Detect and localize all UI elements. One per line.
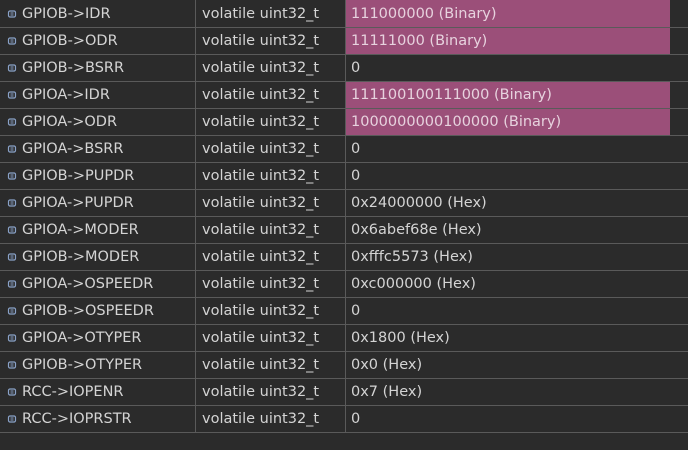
value-cell[interactable]: 0: [346, 406, 688, 432]
watch-row[interactable]: RCC->IOPRSTR volatile uint32_t 0: [0, 406, 688, 433]
type-cell: volatile uint32_t: [196, 136, 346, 162]
expression-label: GPIOA->ODR: [22, 114, 118, 130]
watch-variable-icon: [7, 252, 17, 262]
expression-cell[interactable]: GPIOB->PUPDR: [0, 163, 196, 189]
expression-cell[interactable]: RCC->IOPRSTR: [0, 406, 196, 432]
expression-label: GPIOB->BSRR: [22, 60, 125, 76]
expression-label: GPIOA->OTYPER: [22, 330, 142, 346]
type-cell: volatile uint32_t: [196, 190, 346, 216]
expression-cell[interactable]: GPIOB->OSPEEDR: [0, 298, 196, 324]
value-cell[interactable]: 0xc000000 (Hex): [346, 271, 688, 297]
value-cell[interactable]: 0: [346, 55, 688, 81]
watch-variable-icon: [7, 90, 17, 100]
value-cell[interactable]: 0: [346, 136, 688, 162]
expression-label: GPIOA->BSRR: [22, 141, 124, 157]
type-cell: volatile uint32_t: [196, 325, 346, 351]
expression-label: GPIOB->OSPEEDR: [22, 303, 154, 319]
watch-row[interactable]: GPIOA->PUPDR volatile uint32_t 0x24000000 …: [0, 190, 688, 217]
value-cell[interactable]: 0x24000000 (Hex): [346, 190, 688, 216]
type-cell: volatile uint32_t: [196, 82, 346, 108]
expression-label: RCC->IOPENR: [22, 384, 124, 400]
type-cell: volatile uint32_t: [196, 28, 346, 54]
expression-cell[interactable]: GPIOA->IDR: [0, 82, 196, 108]
watch-variable-icon: [7, 306, 17, 316]
type-cell: volatile uint32_t: [196, 109, 346, 135]
expression-cell[interactable]: GPIOA->ODR: [0, 109, 196, 135]
type-cell: volatile uint32_t: [196, 379, 346, 405]
watch-variable-icon: [7, 333, 17, 343]
type-cell: volatile uint32_t: [196, 217, 346, 243]
value-cell[interactable]: 0x0 (Hex): [346, 352, 688, 378]
type-cell: volatile uint32_t: [196, 244, 346, 270]
type-cell: volatile uint32_t: [196, 55, 346, 81]
value-cell[interactable]: 0x7 (Hex): [346, 379, 688, 405]
watch-row[interactable]: GPIOA->IDR volatile uint32_t 1111001001110…: [0, 82, 688, 109]
expression-label: GPIOB->MODER: [22, 249, 140, 265]
expression-label: GPIOB->IDR: [22, 5, 111, 22]
value-cell-changed[interactable]: 11111000 (Binary): [346, 28, 670, 54]
expression-cell[interactable]: GPIOB->ODR: [0, 28, 196, 54]
watch-row[interactable]: GPIOA->BSRR volatile uint32_t 0: [0, 136, 688, 163]
watch-row[interactable]: GPIOA->OSPEEDR volatile uint32_t 0xc000000…: [0, 271, 688, 298]
watch-variable-icon: [7, 414, 17, 424]
value-cell[interactable]: 0x6abef68e (Hex): [346, 217, 688, 243]
watch-variable-icon: [7, 63, 17, 73]
watch-variable-icon: [7, 225, 17, 235]
expression-cell[interactable]: GPIOB->MODER: [0, 244, 196, 270]
expression-label: GPIOA->OSPEEDR: [22, 276, 154, 292]
watch-row[interactable]: GPIOB->MODER volatile uint32_t 0xfffc5573 …: [0, 244, 688, 271]
expression-cell[interactable]: GPIOA->OSPEEDR: [0, 271, 196, 297]
watch-variable-icon: [7, 144, 17, 154]
expression-label: RCC->IOPRSTR: [22, 411, 132, 427]
watch-variable-icon: [7, 117, 17, 127]
value-cell-changed[interactable]: 111000000 (Binary): [346, 0, 670, 27]
value-cell[interactable]: 0xfffc5573 (Hex): [346, 244, 688, 270]
expression-label: GPIOA->PUPDR: [22, 195, 134, 211]
value-cell[interactable]: 0: [346, 163, 688, 189]
watch-variable-icon: [7, 279, 17, 289]
watch-row[interactable]: RCC->IOPENR volatile uint32_t 0x7 (Hex): [0, 379, 688, 406]
value-cell-changed[interactable]: 1000000000100000 (Binary): [346, 109, 670, 135]
expression-cell[interactable]: GPIOB->BSRR: [0, 55, 196, 81]
type-cell: volatile uint32_t: [196, 0, 346, 27]
watch-row[interactable]: GPIOB->PUPDR volatile uint32_t 0: [0, 163, 688, 190]
watch-variable-icon: [7, 171, 17, 181]
watch-row[interactable]: GPIOB->BSRR volatile uint32_t 0: [0, 55, 688, 82]
value-cell[interactable]: 0: [346, 298, 688, 324]
watch-variable-icon: [7, 360, 17, 370]
watch-variable-icon: [7, 36, 17, 46]
expression-cell[interactable]: GPIOA->OTYPER: [0, 325, 196, 351]
expression-cell[interactable]: RCC->IOPENR: [0, 379, 196, 405]
watch-row[interactable]: GPIOB->OTYPER volatile uint32_t 0x0 (Hex): [0, 352, 688, 379]
expression-label: GPIOA->IDR: [22, 87, 110, 103]
watch-row[interactable]: GPIOA->ODR volatile uint32_t 1000000000100…: [0, 109, 688, 136]
expression-label: GPIOA->MODER: [22, 222, 139, 238]
expression-cell[interactable]: GPIOA->BSRR: [0, 136, 196, 162]
watch-variable-icon: [7, 198, 17, 208]
type-cell: volatile uint32_t: [196, 352, 346, 378]
watch-variable-icon: [7, 387, 17, 397]
watch-rows: GPIOB->IDR volatile uint32_t 111000000 (Bi…: [0, 0, 688, 433]
value-cell-changed[interactable]: 111100100111000 (Binary): [346, 82, 670, 108]
watch-row[interactable]: GPIOA->MODER volatile uint32_t 0x6abef68e …: [0, 217, 688, 244]
value-cell[interactable]: 0x1800 (Hex): [346, 325, 688, 351]
type-cell: volatile uint32_t: [196, 406, 346, 432]
expression-cell[interactable]: GPIOB->OTYPER: [0, 352, 196, 378]
expression-cell[interactable]: GPIOB->IDR: [0, 0, 196, 27]
type-cell: volatile uint32_t: [196, 298, 346, 324]
expression-cell[interactable]: GPIOA->MODER: [0, 217, 196, 243]
expression-cell[interactable]: GPIOA->PUPDR: [0, 190, 196, 216]
watch-row[interactable]: GPIOA->OTYPER volatile uint32_t 0x1800 (He…: [0, 325, 688, 352]
expression-label: GPIOB->PUPDR: [22, 168, 135, 184]
watch-variable-icon: [7, 9, 17, 19]
type-cell: volatile uint32_t: [196, 163, 346, 189]
watch-row[interactable]: GPIOB->ODR volatile uint32_t 11111000 (Bin…: [0, 28, 688, 55]
watch-row[interactable]: GPIOB->OSPEEDR volatile uint32_t 0: [0, 298, 688, 325]
watch-expressions-table: GPIOB->IDR volatile uint32_t 111000000 (Bi…: [0, 0, 688, 450]
expression-label: GPIOB->ODR: [22, 33, 118, 49]
expression-label: GPIOB->OTYPER: [22, 357, 143, 373]
watch-row[interactable]: GPIOB->IDR volatile uint32_t 111000000 (Bi…: [0, 0, 688, 28]
type-cell: volatile uint32_t: [196, 271, 346, 297]
